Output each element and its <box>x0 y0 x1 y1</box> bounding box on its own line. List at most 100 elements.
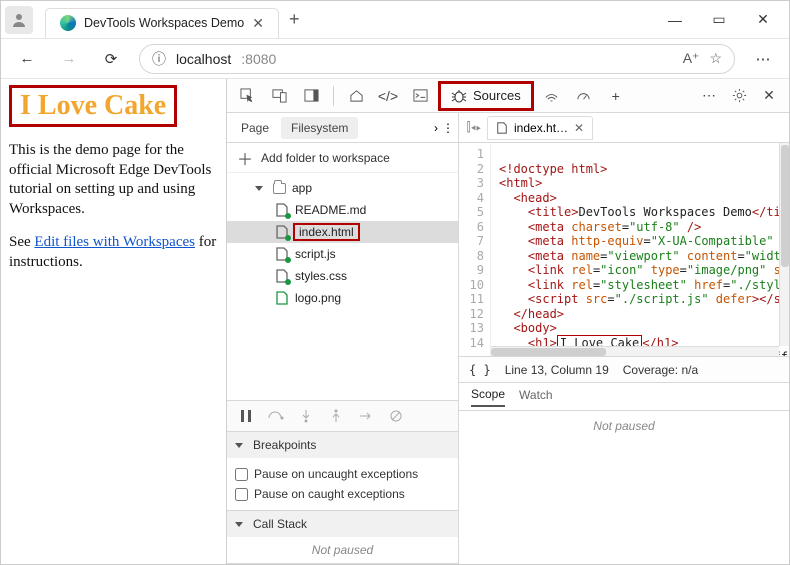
forward-button[interactable]: → <box>55 45 83 73</box>
checkbox[interactable] <box>235 488 248 501</box>
section-label: Call Stack <box>253 517 307 531</box>
cursor-position: Line 13, Column 19 <box>505 363 609 377</box>
nav-chevron-icon[interactable]: › <box>434 121 438 135</box>
performance-tab-icon[interactable] <box>570 83 598 109</box>
callstack-not-paused: Not paused <box>227 537 458 563</box>
folder-label: app <box>292 181 312 195</box>
file-label: logo.png <box>295 291 341 305</box>
pause-uncaught-checkbox[interactable]: Pause on uncaught exceptions <box>235 464 450 484</box>
step-out-button[interactable] <box>325 405 347 427</box>
code-editor[interactable]: 1234567891011121314 <!doctype html> <htm… <box>459 143 789 357</box>
coverage-status: Coverage: n/a <box>623 363 698 377</box>
file-icon <box>275 203 289 217</box>
scope-body: Not paused <box>459 411 789 564</box>
file-icon <box>275 247 289 261</box>
bug-icon <box>451 88 467 104</box>
scope-tab[interactable]: Scope <box>471 387 505 407</box>
editor-tabs: ⫿◂▸ index.ht… ✕ <box>459 113 789 143</box>
file-label: README.md <box>295 203 366 217</box>
maximize-button[interactable]: ▭ <box>697 2 741 38</box>
devtools-more-button[interactable]: ⋯ <box>695 83 723 109</box>
site-info-icon[interactable]: ⓘ <box>152 49 166 69</box>
editor-tab-close[interactable]: ✕ <box>574 121 584 135</box>
index-highlight: index.html <box>293 223 360 241</box>
pretty-print-button[interactable]: { } <box>469 363 491 377</box>
add-tab-button[interactable]: + <box>602 83 630 109</box>
code-vscrollbar[interactable] <box>779 143 789 346</box>
folder-row[interactable]: app <box>227 177 458 199</box>
workspaces-link[interactable]: Edit files with Workspaces <box>34 234 195 250</box>
step-over-button[interactable] <box>265 405 287 427</box>
devtools-toolbar: </> Sources + ⋯ ✕ <box>227 79 789 113</box>
breakpoints-section: Breakpoints Pause on uncaught exceptions… <box>227 432 458 511</box>
sources-label: Sources <box>473 88 521 103</box>
filesystem-tab[interactable]: Filesystem <box>281 117 358 139</box>
edge-icon <box>60 15 76 31</box>
address-bar[interactable]: ⓘ localhost:8080 A⁺ ☆ <box>139 44 735 74</box>
page-preview: I Love Cake This is the demo page for th… <box>1 79 226 564</box>
file-index[interactable]: index.html <box>227 221 458 243</box>
reading-mode-icon[interactable]: A⁺ <box>683 50 700 67</box>
pause-button[interactable] <box>235 405 257 427</box>
favorite-icon[interactable]: ☆ <box>709 50 722 67</box>
titlebar: DevTools Workspaces Demo ✕ + — ▭ ✕ <box>1 1 789 39</box>
editor-tab-index[interactable]: index.ht… ✕ <box>487 116 593 140</box>
elements-tab-icon[interactable]: </> <box>374 83 402 109</box>
dock-side-icon[interactable] <box>297 83 325 109</box>
file-readme[interactable]: README.md <box>227 199 458 221</box>
device-emulation-icon[interactable] <box>265 83 293 109</box>
code-hscrollbar[interactable] <box>491 346 779 356</box>
devtools-close-button[interactable]: ✕ <box>755 83 783 109</box>
window-controls: — ▭ ✕ <box>653 2 785 38</box>
minimize-button[interactable]: — <box>653 2 697 38</box>
welcome-tab-icon[interactable] <box>342 83 370 109</box>
step-into-button[interactable] <box>295 405 317 427</box>
scope-not-paused: Not paused <box>593 419 654 433</box>
checkbox-label: Pause on caught exceptions <box>254 487 405 501</box>
refresh-button[interactable]: ⟳ <box>97 45 125 73</box>
navigator-tabs: Page Filesystem › ⋮ <box>227 113 458 143</box>
editor-nav-icon[interactable]: ⫿◂▸ <box>465 120 483 135</box>
profile-button[interactable] <box>5 6 33 34</box>
back-button[interactable]: ← <box>13 45 41 73</box>
filesystem-tree: app README.md index.html script.js <box>227 173 458 313</box>
nav-overflow-button[interactable]: ⋮ <box>442 121 454 135</box>
tab-title: DevTools Workspaces Demo <box>84 16 244 30</box>
tab-close-button[interactable]: ✕ <box>252 15 264 32</box>
pause-caught-checkbox[interactable]: Pause on caught exceptions <box>235 484 450 504</box>
callstack-section: Call Stack Not paused <box>227 511 458 564</box>
urlbar: ← → ⟳ ⓘ localhost:8080 A⁺ ☆ ⋯ <box>1 39 789 79</box>
step-button[interactable] <box>355 405 377 427</box>
profile-icon <box>11 12 27 28</box>
editor-column: ⫿◂▸ index.ht… ✕ 1234567891011121314 <!do… <box>459 113 789 564</box>
watch-tab[interactable]: Watch <box>519 388 553 406</box>
file-label: styles.css <box>295 269 347 283</box>
file-styles[interactable]: styles.css <box>227 265 458 287</box>
debugger-controls <box>227 400 458 432</box>
file-icon <box>275 291 289 305</box>
browser-tab[interactable]: DevTools Workspaces Demo ✕ <box>45 8 279 38</box>
deactivate-breakpoints-button[interactable] <box>385 405 407 427</box>
inspect-icon[interactable] <box>233 83 261 109</box>
url-host: localhost <box>176 51 231 67</box>
code-body[interactable]: <!doctype html> <html> <head> <title>Dev… <box>491 143 789 356</box>
close-window-button[interactable]: ✕ <box>741 2 785 38</box>
devtools-panel: </> Sources + ⋯ ✕ Pag <box>226 79 789 564</box>
scope-watch-tabs: Scope Watch <box>459 383 789 411</box>
file-icon <box>275 269 289 283</box>
add-folder-button[interactable]: ＋ Add folder to workspace <box>227 143 458 173</box>
new-tab-button[interactable]: + <box>289 9 300 30</box>
page-heading: I Love Cake <box>20 90 166 121</box>
file-logo[interactable]: logo.png <box>227 287 458 309</box>
console-tab-icon[interactable] <box>406 83 434 109</box>
page-tab[interactable]: Page <box>231 117 279 139</box>
browser-more-button[interactable]: ⋯ <box>749 45 777 73</box>
callstack-header[interactable]: Call Stack <box>227 511 458 537</box>
devtools-settings-button[interactable] <box>725 83 753 109</box>
checkbox[interactable] <box>235 468 248 481</box>
breakpoints-header[interactable]: Breakpoints <box>227 432 458 458</box>
network-tab-icon[interactable] <box>538 83 566 109</box>
sources-tab[interactable]: Sources <box>438 81 534 111</box>
file-script[interactable]: script.js <box>227 243 458 265</box>
file-icon <box>275 225 289 239</box>
